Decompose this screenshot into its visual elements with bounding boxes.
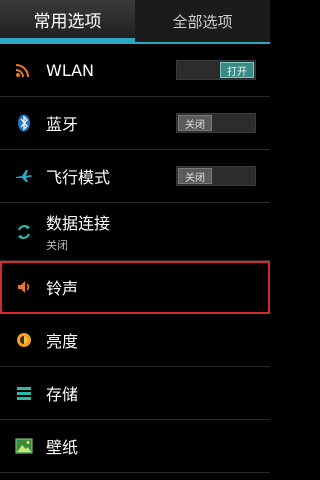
brightness-icon bbox=[14, 330, 34, 350]
ringtone-label: 铃声 bbox=[46, 279, 79, 298]
data-sync-icon bbox=[14, 222, 34, 242]
bluetooth-toggle[interactable]: 关闭 bbox=[176, 113, 256, 133]
airplane-mode-label: 飞行模式 bbox=[46, 168, 111, 187]
bluetooth-icon bbox=[14, 113, 34, 133]
data-connection-label: 数据连接 bbox=[46, 214, 111, 233]
row-ringtone[interactable]: 铃声 bbox=[0, 261, 270, 314]
row-wallpaper[interactable]: 壁纸 bbox=[0, 420, 270, 473]
data-connection-status: 关闭 bbox=[46, 239, 68, 252]
bluetooth-toggle-state: 关闭 bbox=[178, 115, 212, 131]
wlan-toggle-state: 打开 bbox=[220, 62, 254, 78]
row-bluetooth[interactable]: 蓝牙 关闭 bbox=[0, 97, 270, 150]
row-wlan[interactable]: WLAN 打开 bbox=[0, 44, 270, 97]
wlan-toggle[interactable]: 打开 bbox=[176, 60, 256, 80]
tab-bar: 常用选项 全部选项 bbox=[0, 0, 270, 44]
storage-label: 存储 bbox=[46, 385, 79, 404]
airplane-mode-toggle-state: 关闭 bbox=[178, 168, 212, 184]
row-airplane-mode[interactable]: 飞行模式 关闭 bbox=[0, 150, 270, 203]
airplane-icon bbox=[14, 166, 34, 186]
wallpaper-icon bbox=[14, 436, 34, 456]
row-brightness[interactable]: 亮度 bbox=[0, 314, 270, 367]
row-storage[interactable]: 存储 bbox=[0, 367, 270, 420]
tab-all-options[interactable]: 全部选项 bbox=[135, 0, 270, 42]
brightness-label: 亮度 bbox=[46, 332, 79, 351]
wallpaper-label: 壁纸 bbox=[46, 438, 79, 457]
storage-icon bbox=[14, 383, 34, 403]
wifi-icon bbox=[14, 60, 34, 80]
tab-common-options[interactable]: 常用选项 bbox=[0, 0, 135, 42]
airplane-mode-toggle[interactable]: 关闭 bbox=[176, 166, 256, 186]
wlan-label: WLAN bbox=[46, 60, 95, 80]
bluetooth-label: 蓝牙 bbox=[46, 115, 79, 134]
speaker-icon bbox=[14, 277, 34, 297]
row-data-connection[interactable]: 数据连接 关闭 bbox=[0, 203, 270, 261]
settings-list: WLAN 打开 蓝牙 关闭 飞行模式 关闭 数据连接 关闭 铃声 亮度 存储 壁… bbox=[0, 44, 270, 473]
